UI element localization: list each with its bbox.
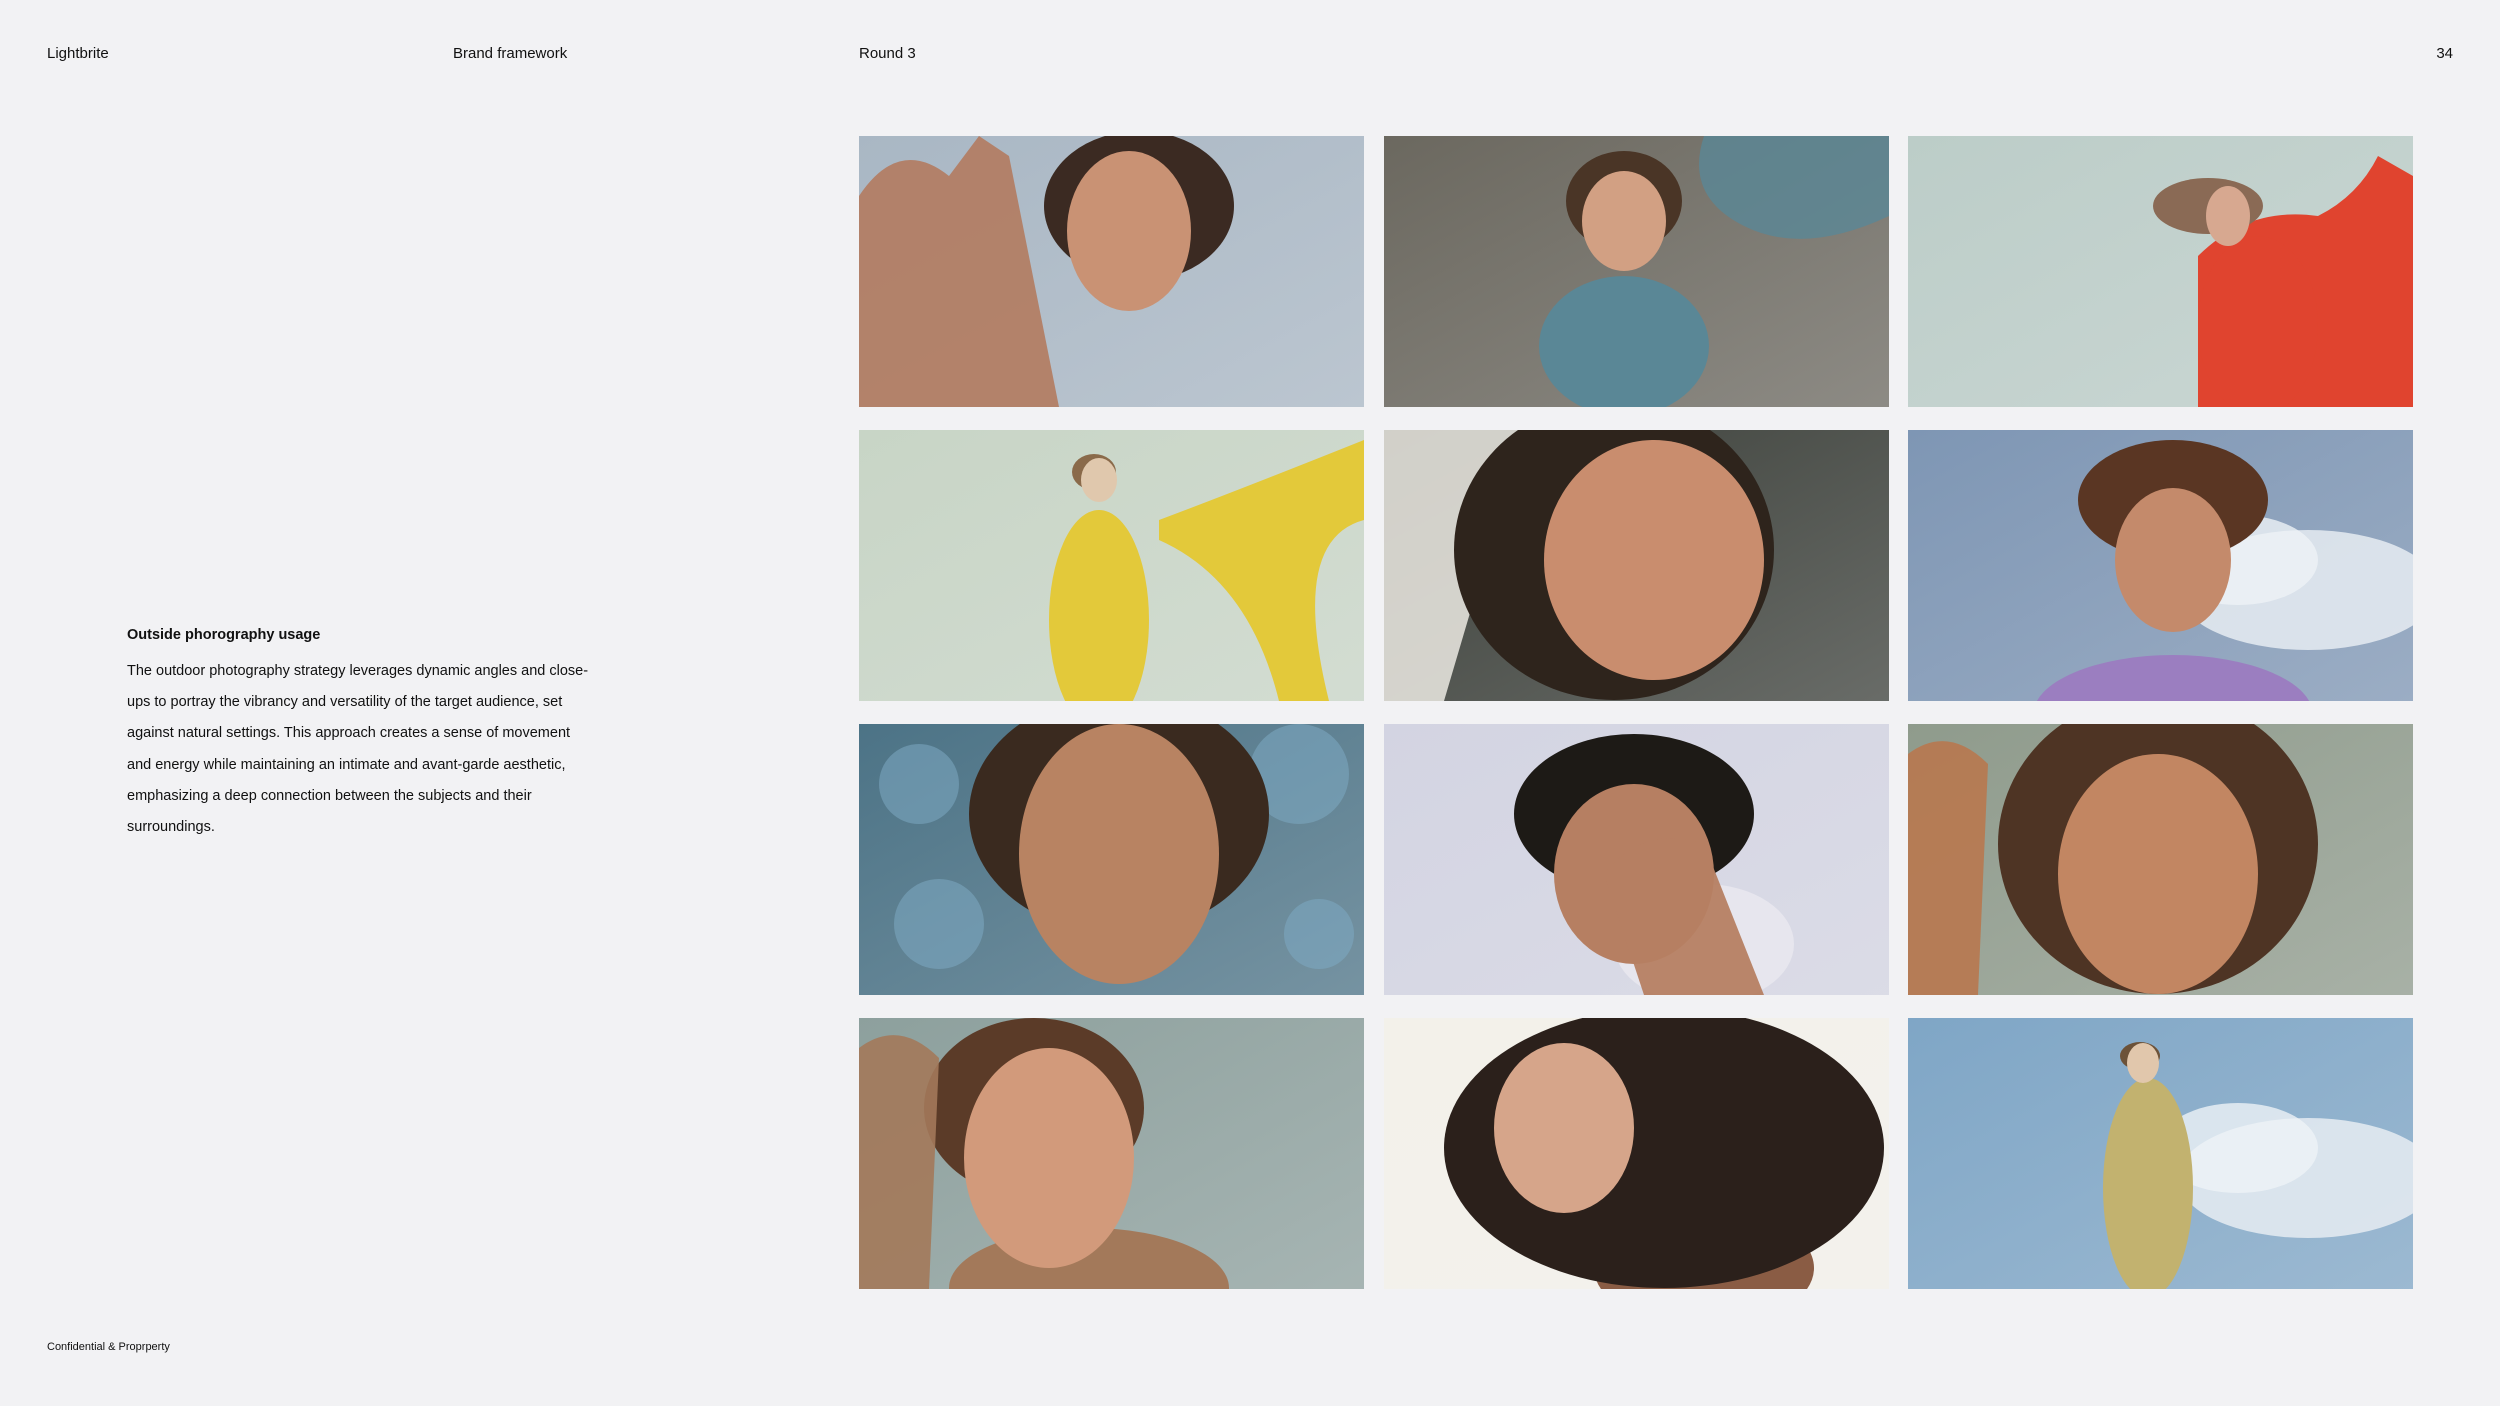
photo-young-man-sky	[1908, 430, 2413, 701]
photo-woman-flowing-hair	[1383, 1018, 1889, 1289]
round-label: Round 3	[859, 45, 916, 62]
photo-woman-face-shadow	[1383, 430, 1889, 701]
photo-woman-curly-freckles	[1908, 724, 2413, 995]
photo-woman-red-dress-wind	[1908, 136, 2413, 407]
photo-woman-sweater-sage	[859, 1018, 1364, 1289]
photo-woman-freckles-trees	[859, 724, 1364, 995]
photo-figure-yellow-scarf	[859, 430, 1364, 701]
usage-description: Outside phorography usage The outdoor ph…	[127, 625, 597, 843]
confidential-notice: Confidential & Proprperty	[47, 1341, 170, 1353]
photo-woman-hand-raised	[859, 136, 1364, 407]
photo-grid	[859, 136, 2413, 1291]
page-number: 34	[2436, 45, 2453, 62]
brand-name: Lightbrite	[47, 45, 109, 62]
section-title: Brand framework	[453, 45, 568, 62]
usage-paragraph: The outdoor photography strategy leverag…	[127, 663, 589, 836]
photo-woman-sand-shore	[1383, 136, 1889, 407]
photo-curly-hair-hand-ring	[1383, 724, 1889, 995]
photo-figure-clouds	[1908, 1018, 2413, 1289]
usage-heading: Outside phorography usage	[127, 627, 321, 643]
